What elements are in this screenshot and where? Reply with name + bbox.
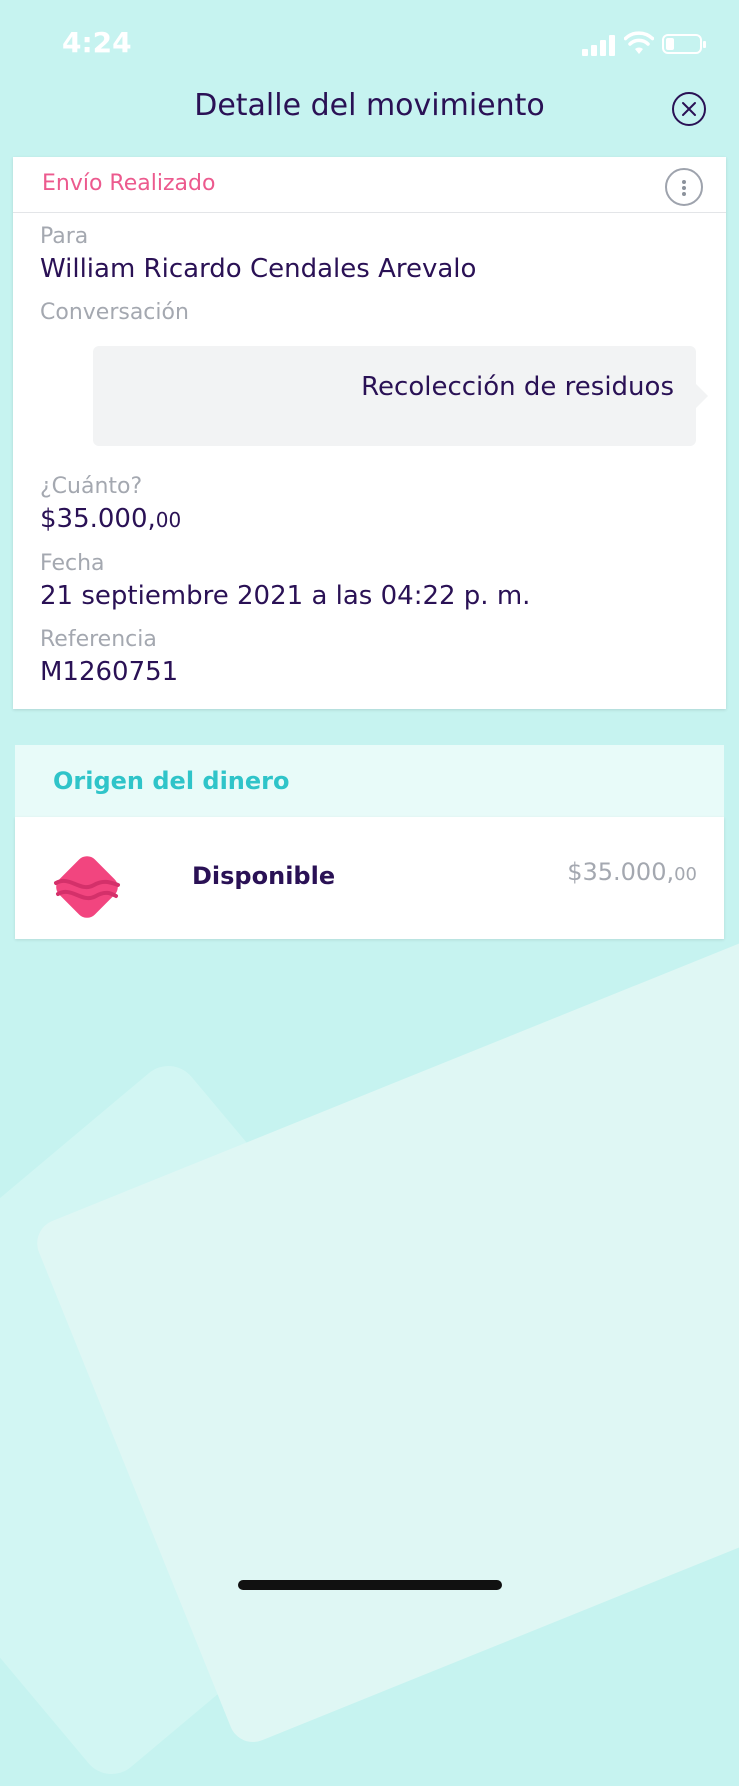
amount-value: $35.000,00: [40, 504, 181, 534]
origin-title: Origen del dinero: [53, 767, 290, 795]
recipient-name: William Ricardo Cendales Arevalo: [40, 254, 477, 284]
amount-cents: 00: [155, 508, 182, 532]
close-icon[interactable]: [672, 92, 706, 126]
source-name: Disponible: [192, 862, 336, 890]
reference-label: Referencia: [40, 627, 157, 652]
reference-value: M1260751: [40, 657, 179, 687]
message-text: Recolección de residuos: [361, 372, 674, 402]
source-amount: $35.000,00: [567, 858, 697, 886]
origin-source-row[interactable]: Disponible $35.000,00: [15, 817, 724, 939]
recipient-label: Para: [40, 224, 89, 249]
status-label: Envío Realizado: [42, 171, 216, 196]
more-options-icon[interactable]: [665, 168, 703, 206]
battery-icon: [662, 34, 706, 54]
card-header: Envío Realizado: [13, 157, 726, 213]
home-indicator[interactable]: [238, 1580, 502, 1590]
origin-section-header: Origen del dinero: [15, 745, 724, 817]
amount-main: $35.000,: [40, 504, 156, 534]
message-bubble: Recolección de residuos: [93, 346, 708, 446]
date-label: Fecha: [40, 551, 105, 576]
status-bar: 4:24: [0, 0, 739, 90]
movement-detail-card: Envío Realizado Para William Ricardo Cen…: [13, 157, 726, 709]
signal-icon: [582, 34, 618, 56]
source-amount-cents: 00: [674, 864, 697, 885]
amount-label: ¿Cuánto?: [40, 474, 143, 499]
close-x-glyph: [682, 102, 696, 116]
disponible-logo-icon: [54, 856, 120, 918]
wifi-icon: [624, 31, 654, 54]
status-time: 4:24: [62, 26, 132, 59]
conversation-label: Conversación: [40, 300, 189, 325]
date-value: 21 septiembre 2021 a las 04:22 p. m.: [40, 581, 531, 611]
source-amount-main: $35.000,: [567, 858, 675, 886]
page-title: Detalle del movimiento: [194, 88, 545, 123]
